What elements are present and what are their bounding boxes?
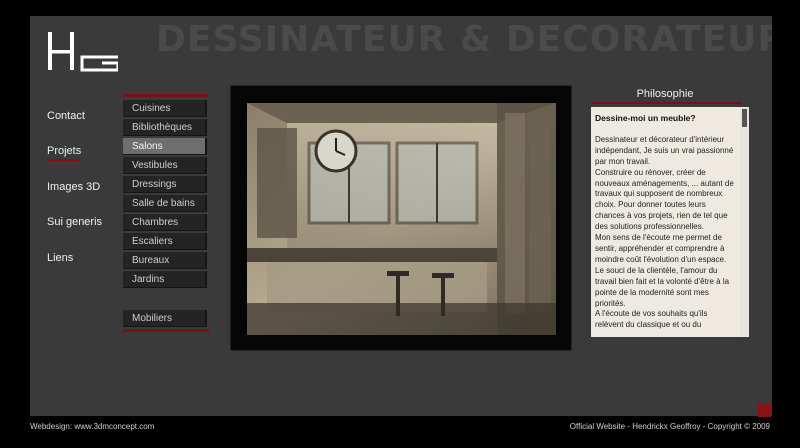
philosophy-text: Dessine-moi un meuble? Dessinateur et dé… (595, 113, 736, 331)
subnav-jardins[interactable]: Jardins (123, 271, 207, 288)
main-panel: DESSINATEUR & DECORATEUR HG Contact Proj… (30, 16, 772, 416)
philosophy-paragraph: Dessinateur et décorateur d'intérieur in… (595, 134, 734, 166)
footer-copyright: Official Website - Hendrickx Geoffroy - … (569, 422, 770, 431)
nav-contact[interactable]: Contact (47, 110, 85, 122)
page: DESSINATEUR & DECORATEUR HG Contact Proj… (0, 0, 800, 448)
subnav-salons[interactable]: Salons (123, 138, 207, 155)
site-logo[interactable]: HG (46, 26, 118, 76)
kitchen-render-image (247, 103, 556, 335)
philosophy-title: Philosophie (636, 88, 694, 100)
hero-title: DESSINATEUR & DECORATEUR (156, 19, 772, 60)
nav-projets[interactable]: Projets (47, 145, 82, 161)
subnav-cuisines[interactable]: Cuisines (123, 100, 207, 117)
subnav-top-bar (123, 94, 209, 97)
philosophy-underline (592, 102, 742, 104)
philosophy-paragraph: Mon sens de l'écoute me permet de sentir… (595, 233, 730, 308)
subnav-extra: Mobiliers (123, 310, 209, 335)
image-frame (231, 86, 571, 350)
project-subnav: Cuisines Bibliothèques Salons Vestibules… (123, 94, 209, 290)
footer-webdesign-link[interactable]: Webdesign: www.3dmconcept.com (30, 422, 154, 431)
subnav-bottom-bar (123, 329, 209, 332)
subnav-bibliotheques[interactable]: Bibliothèques (123, 119, 207, 136)
corner-red-square[interactable] (758, 404, 771, 417)
logo-text: HG (46, 26, 48, 27)
philosophy-scroll-box[interactable]: Dessine-moi un meuble? Dessinateur et dé… (591, 107, 749, 337)
subnav-bureaux[interactable]: Bureaux (123, 252, 207, 269)
subnav-dressings[interactable]: Dressings (123, 176, 207, 193)
scrollbar-track[interactable] (740, 107, 749, 337)
subnav-salle-de-bains[interactable]: Salle de bains (123, 195, 207, 212)
subnav-vestibules[interactable]: Vestibules (123, 157, 207, 174)
nav-liens[interactable]: Liens (47, 252, 73, 264)
scrollbar-thumb[interactable] (742, 109, 747, 127)
subnav-mobiliers[interactable]: Mobiliers (123, 310, 207, 327)
philosophy-paragraph: A l'écoute de vos souhaits qu'ils relève… (595, 309, 708, 330)
philosophy-paragraph: Construire ou rénover, créer de nouveaux… (595, 167, 734, 232)
subnav-chambres[interactable]: Chambres (123, 214, 207, 231)
nav-sui-generis[interactable]: Sui generis (47, 216, 102, 228)
subnav-escaliers[interactable]: Escaliers (123, 233, 207, 250)
philosophy-heading: Dessine-moi un meuble? (595, 113, 696, 123)
nav-images-3d[interactable]: Images 3D (47, 181, 100, 193)
